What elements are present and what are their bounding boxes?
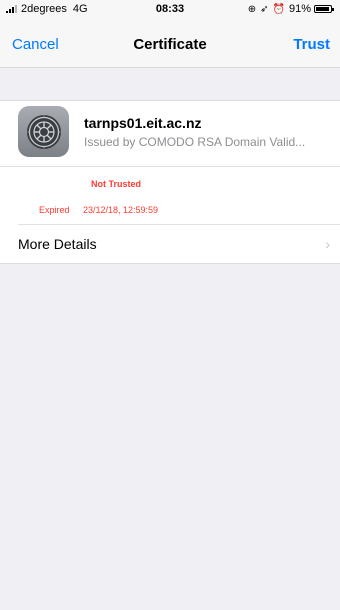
location-icon: ➶ [260, 3, 269, 15]
expired-value: 23/12/18, 12:59:59 [83, 205, 159, 215]
certificate-issuer: Issued by COMODO RSA Domain Valid... [84, 135, 306, 149]
chevron-right-icon: › [325, 236, 330, 252]
certificate-card: tarnps01.eit.ac.nz Issued by COMODO RSA … [0, 100, 340, 264]
battery-percent: 91% [288, 3, 311, 15]
lock-rotation-icon: ⊕ [247, 3, 257, 15]
navigation-bar: Cancel Certificate Trust [0, 20, 340, 68]
alarm-icon: ⏰ [272, 3, 285, 15]
certificate-name: tarnps01.eit.ac.nz [84, 115, 202, 131]
more-details-row[interactable]: More Details › [0, 225, 340, 263]
trust-button[interactable]: Trust [293, 36, 330, 53]
page-title: Certificate [133, 36, 207, 53]
battery-fill [316, 7, 329, 11]
more-details-label: More Details [18, 236, 97, 252]
expired-label: Expired [39, 205, 70, 215]
gear-icon [26, 114, 61, 149]
divider [0, 166, 340, 167]
settings-gear-icon [18, 106, 69, 157]
status-bar: 2degrees 4G 08:33 ⊕ ➶ ⏰ 91% [0, 0, 340, 20]
status-right: ⊕ ➶ ⏰ 91% [247, 3, 334, 15]
trust-status: Not Trusted [91, 179, 142, 189]
battery-icon [314, 5, 334, 13]
